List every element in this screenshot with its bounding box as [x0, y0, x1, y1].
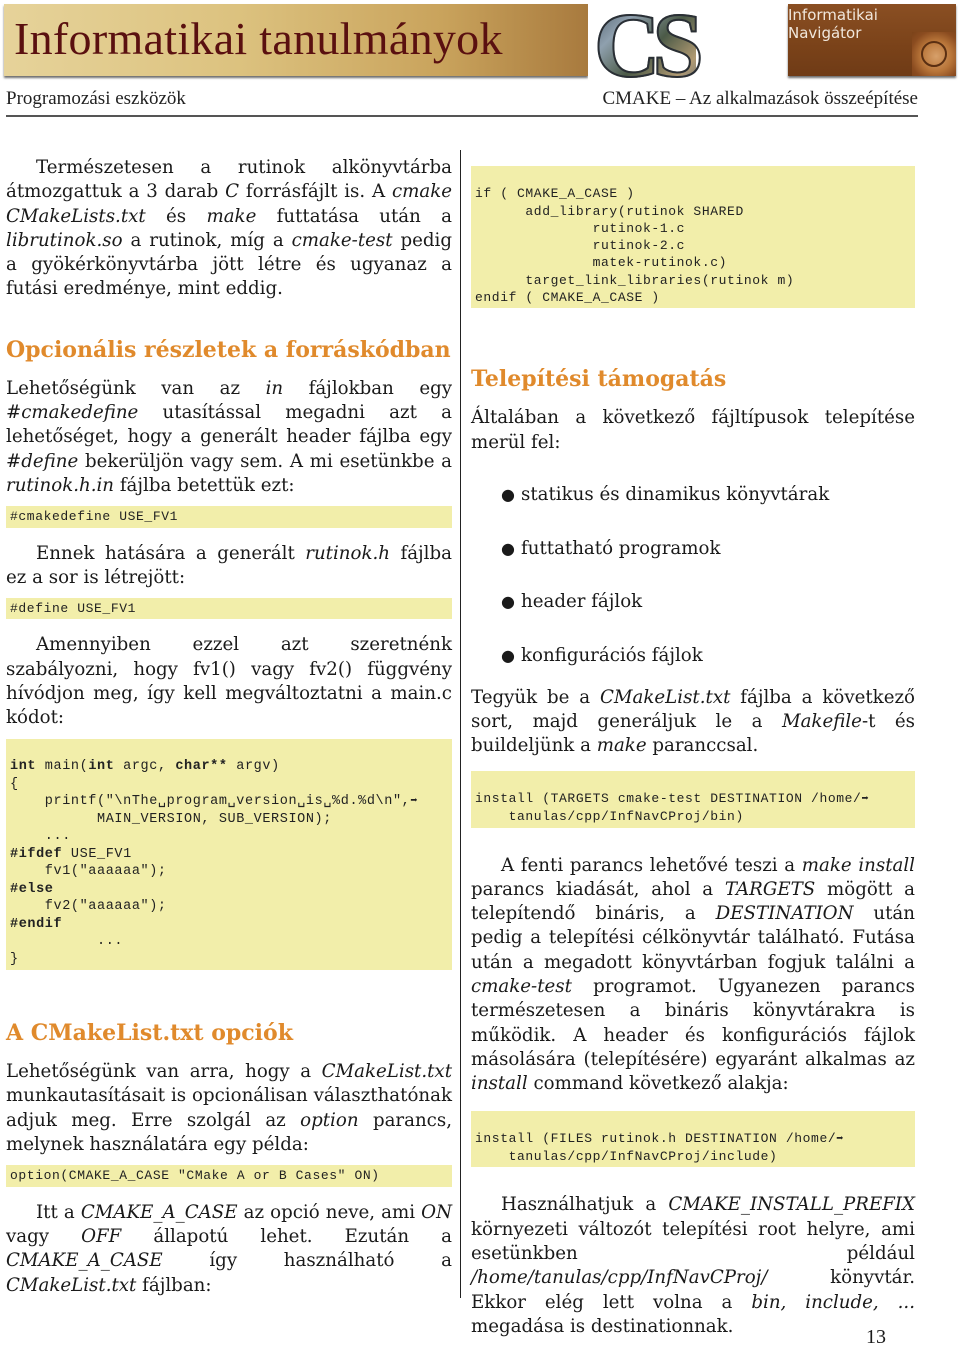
- section-heading-optional-details: Opcionális részletek a forráskódban: [6, 336, 451, 363]
- cs-logo: CS: [588, 0, 788, 97]
- bullet-icon: ●: [501, 592, 515, 612]
- code-line: install (FILES rutinok.h DESTINATION /ho…: [475, 1130, 844, 1146]
- code-block-install-targets: install (TARGETS cmake-test DESTINATION …: [471, 770, 915, 828]
- code-line: rutinok-2.c: [475, 238, 686, 254]
- left-column: Természetesen a rutinok alkönyvtárba átm…: [6, 150, 452, 1298]
- magazine-panel: Informatikai Navigátor: [788, 4, 956, 76]
- page-number: 13: [866, 1326, 886, 1348]
- banner-title: Informatikai tanulmányok: [14, 13, 503, 64]
- code-block-install-files: install (FILES rutinok.h DESTINATION /ho…: [471, 1110, 915, 1168]
- intro-paragraph: Természetesen a rutinok alkönyvtárba átm…: [6, 157, 452, 300]
- section2-paragraph1: Lehetőségünk van arra, hogy a CMakeList.…: [6, 1061, 452, 1156]
- code-block-option: option(CMAKE_A_CASE "CMake A or B Cases"…: [6, 1165, 452, 1187]
- install-intro: Általában a következő fájltípusok telepí…: [471, 407, 915, 453]
- list-item: ● statikus és dinamikus könyvtárak: [501, 483, 830, 505]
- code-line: tanulas/cpp/InfNavCProj/bin): [475, 809, 744, 825]
- code-line: #ifdef USE_FV1: [10, 846, 132, 862]
- code-block-cmakedefine: #cmakedefine USE_FV1: [6, 506, 452, 528]
- column-divider: [460, 150, 461, 1298]
- code-line: printf("\nThe␣program␣version␣is␣%d.%d\n…: [10, 794, 418, 810]
- code-line: {: [10, 776, 19, 792]
- install-paragraph3: Használhatjuk a CMAKE_INSTALL_PREFIX kör…: [471, 1194, 915, 1337]
- section-heading-install-support: Telepítési támogatás: [471, 366, 727, 393]
- compass-icon: [912, 32, 956, 76]
- header-rule: [6, 115, 918, 117]
- arrow-right-icon: ➡: [861, 791, 869, 806]
- code-line: target_link_libraries(rutinok m): [475, 272, 795, 288]
- running-header-section: Programozási eszközök: [6, 88, 186, 109]
- code-line: #else: [10, 881, 54, 897]
- code-line: tanulas/cpp/InfNavCProj/include): [475, 1149, 778, 1165]
- code-line: }: [10, 951, 19, 967]
- code-line: matek-rutinok.c): [475, 255, 728, 271]
- code-line: install (TARGETS cmake-test DESTINATION …: [475, 790, 869, 806]
- bullet-icon: ●: [501, 645, 515, 665]
- section-heading-cmakelist-options: A CMakeList.txt opciók: [6, 1020, 293, 1047]
- code-line: if ( CMAKE_A_CASE ): [475, 186, 635, 202]
- code-line: fv2("aaaaaa");: [10, 899, 167, 915]
- code-line: rutinok-1.c: [475, 220, 686, 236]
- list-item: ● futtatható programok: [501, 537, 721, 559]
- code-line: ...: [10, 829, 71, 845]
- code-block-main-c: int main(int argc, char** argv) { printf…: [6, 738, 452, 971]
- cs-logo-text: CS: [593, 0, 705, 98]
- running-header: Programozási eszközök CMAKE – Az alkalma…: [6, 86, 918, 112]
- code-line: int main(int argc, char** argv): [10, 759, 280, 775]
- arrow-right-icon: ➡: [836, 1131, 844, 1146]
- code-line: #endif: [10, 916, 63, 932]
- section1-paragraph2: Ennek hatására a generált rutinok.h fájl…: [6, 542, 452, 588]
- code-line: MAIN_VERSION, SUB_VERSION);: [10, 811, 332, 827]
- code-block-cmake-if: if ( CMAKE_A_CASE ) add_library(rutinok …: [471, 166, 915, 309]
- section2-paragraph2: Itt a CMAKE_A_CASE az opció neve, ami ON…: [6, 1201, 452, 1296]
- section1-paragraph1: Lehetőségünk van az in fájlokban egy #cm…: [6, 377, 452, 496]
- code-line: endif ( CMAKE_A_CASE ): [475, 290, 660, 306]
- bullet-icon: ●: [501, 538, 515, 558]
- right-column: if ( CMAKE_A_CASE ) add_library(rutinok …: [471, 150, 915, 1339]
- list-item: ● konfigurációs fájlok: [501, 644, 703, 666]
- install-paragraph2: A fenti parancs lehetővé teszi a make in…: [471, 854, 916, 1095]
- code-line: ...: [10, 934, 124, 950]
- code-line: fv1("aaaaaa");: [10, 864, 167, 880]
- section1-paragraph3: Amennyiben ezzel azt szeretnénk szabályo…: [6, 634, 452, 729]
- code-block-define: #define USE_FV1: [6, 598, 452, 620]
- file-type-list: ● statikus és dinamikus könyvtárak ● futta…: [471, 483, 915, 684]
- list-item: ● header fájlok: [501, 591, 643, 613]
- arrow-right-icon: ➡: [410, 794, 418, 809]
- running-header-article: CMAKE – Az alkalmazások összeépítése: [602, 88, 918, 109]
- banner-title-panel: Informatikai tanulmányok: [4, 4, 588, 76]
- page-banner: Informatikai tanulmányok CS Informatikai…: [0, 0, 960, 97]
- bullet-icon: ●: [501, 484, 515, 504]
- code-line: add_library(rutinok SHARED: [475, 203, 744, 219]
- install-paragraph1: Tegyük be a CMakeList.txt fájlba a követ…: [471, 686, 915, 757]
